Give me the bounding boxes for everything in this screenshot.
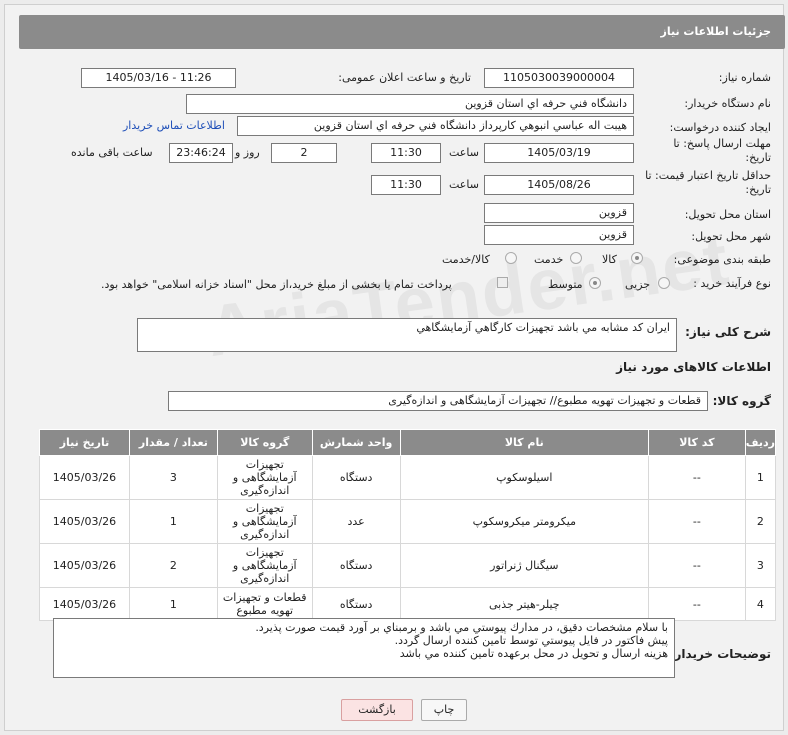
cell-index: 1 [744,455,777,500]
city-field: قزوين [484,225,634,245]
col-index: ردیف [744,429,777,456]
purchase-minor-label: جزیی [625,278,651,291]
cell-date: 1405/03/26 [39,587,130,621]
table-row: 3 -- سیگنال ژنراتور دستگاه تجهیزات آزمای… [39,543,777,588]
cell-group: تجهیزات آزمایشگاهی و اندازه‌گیری [216,499,313,544]
purchase-medium-label: متوسط [548,278,583,291]
print-button[interactable]: چاپ [421,699,467,721]
goods-table-header: ردیف کد کالا نام کالا واحد شمارش گروه کا… [39,429,777,456]
price-validity-label: حداقل تاریخ اعتبار قیمت: تا تاریخ: [645,169,771,196]
col-qty: تعداد / مقدار [128,429,218,456]
category-goods-label: کالا [602,253,617,266]
cell-code: -- [648,587,746,621]
table-row: 2 -- میکرومتر میکروسکوپ عدد تجهیزات آزما… [39,499,777,544]
cell-date: 1405/03/26 [39,499,130,544]
purchase-type-label: نوع فرآیند خرید : [693,277,771,290]
category-service-radio[interactable] [570,252,582,264]
back-button[interactable]: بازگشت [341,699,413,721]
buyer-contact-link[interactable]: اطلاعات تماس خریدار [123,119,225,132]
col-name: نام کالا [399,429,650,456]
cell-index: 3 [744,543,777,588]
cell-code: -- [648,455,746,500]
need-number-label: شماره نیاز: [718,71,771,84]
category-label: طبقه بندی موضوعی: [673,253,771,266]
buyer-notes-label: توضیحات خریدار: [669,647,771,661]
cell-index: 4 [744,587,777,621]
goods-table: ردیف کد کالا نام کالا واحد شمارش گروه کا… [39,429,777,621]
province-label: استان محل تحویل: [684,208,771,221]
remaining-time-label: ساعت باقی مانده [71,146,153,159]
summary-label: شرح کلی نیاز: [685,325,771,339]
cell-name: اسیلوسکوپ [399,455,650,500]
deadline-date-field: 1405/03/19 [484,143,634,163]
cell-unit: دستگاه [311,455,401,500]
summary-field: ايران كد مشابه مي باشد تجهيزات كارگاهي آ… [137,318,677,352]
cell-index: 2 [744,499,777,544]
page-title: جزئیات اطلاعات نیاز [660,25,772,38]
col-group: گروه کالا [216,429,313,456]
purchase-medium-radio[interactable] [589,277,601,289]
goods-group-label: گروه کالا: [712,394,771,408]
cell-date: 1405/03/26 [39,455,130,500]
cell-group: تجهیزات آزمایشگاهی و اندازه‌گیری [216,455,313,500]
category-both-label: کالا/خدمت [442,253,490,266]
cell-code: -- [648,543,746,588]
treasury-checkbox[interactable] [497,277,508,288]
details-panel: جزئیات اطلاعات نیاز AriaTender.net شماره… [4,4,785,731]
announce-label: تاریخ و ساعت اعلان عمومی: [338,71,471,84]
cell-group: قطعات و تجهیزات تهویه مطبوع [216,587,313,621]
price-validity-time-label: ساعت [449,178,479,191]
cell-name: چیلر-هیتر جذبی [399,587,650,621]
deadline-label: مهلت ارسال پاسخ: تا تاریخ: [673,137,771,164]
cell-qty: 2 [128,543,218,588]
price-validity-time-field: 11:30 [371,175,441,195]
page-header: جزئیات اطلاعات نیاز [19,15,785,49]
cell-date: 1405/03/26 [39,543,130,588]
deadline-time-field: 11:30 [371,143,441,163]
need-number-field: 1105030039000004 [484,68,634,88]
goods-group-field: قطعات و تجهیزات تهویه مطبوع// تجهیزات آز… [168,391,708,411]
deadline-time-label: ساعت [449,146,479,159]
buyer-org-field: دانشگاه فني حرفه اي استان قزوين [186,94,634,114]
col-code: کد کالا [648,429,746,456]
buyer-notes-field: با سلام مشخصات دقيق، در مدارك پيوستي مي … [53,618,675,678]
cell-name: سیگنال ژنراتور [399,543,650,588]
deadline-days-field: 2 [271,143,337,163]
cell-qty: 1 [128,499,218,544]
cell-unit: عدد [311,499,401,544]
cell-qty: 1 [128,587,218,621]
page-background: جزئیات اطلاعات نیاز AriaTender.net شماره… [0,0,788,735]
purchase-minor-radio[interactable] [658,277,670,289]
treasury-note: پرداخت تمام یا بخشی از مبلغ خرید،از محل … [101,278,452,291]
buyer-notes-line: با سلام مشخصات دقيق، در مدارك پيوستي مي … [255,621,668,634]
city-label: شهر محل تحویل: [691,230,771,243]
category-both-radio[interactable] [505,252,517,264]
buyer-org-label: نام دستگاه خریدار: [684,97,771,110]
cell-qty: 3 [128,455,218,500]
remaining-time-field: 23:46:24 [169,143,233,163]
province-field: قزوين [484,203,634,223]
buyer-notes-line: پيش فاكتور در فايل پيوستي توسط تامين كنن… [394,634,668,647]
price-validity-date-field: 1405/08/26 [484,175,634,195]
cell-group: تجهیزات آزمایشگاهی و اندازه‌گیری [216,543,313,588]
buyer-notes-line: هزينه ارسال و تحويل در محل برعهده تامين … [399,647,668,660]
category-goods-radio[interactable] [631,252,643,264]
cell-code: -- [648,499,746,544]
table-row: 4 -- چیلر-هیتر جذبی دستگاه قطعات و تجهیز… [39,587,777,621]
col-date: تاریخ نیاز [39,429,130,456]
requester-field: هيبت اله عباسي انبوهي كارپرداز دانشگاه ف… [237,116,634,136]
goods-section-title: اطلاعات کالاهای مورد نیاز [616,360,771,374]
table-row: 1 -- اسیلوسکوپ دستگاه تجهیزات آزمایشگاهی… [39,455,777,500]
cell-name: میکرومتر میکروسکوپ [399,499,650,544]
col-unit: واحد شمارش [311,429,401,456]
announce-field: 1405/03/16 - 11:26 [81,68,236,88]
cell-unit: دستگاه [311,543,401,588]
deadline-days-label: روز و [235,146,260,159]
category-service-label: خدمت [534,253,564,266]
requester-label: ایجاد کننده درخواست: [669,121,771,134]
cell-unit: دستگاه [311,587,401,621]
